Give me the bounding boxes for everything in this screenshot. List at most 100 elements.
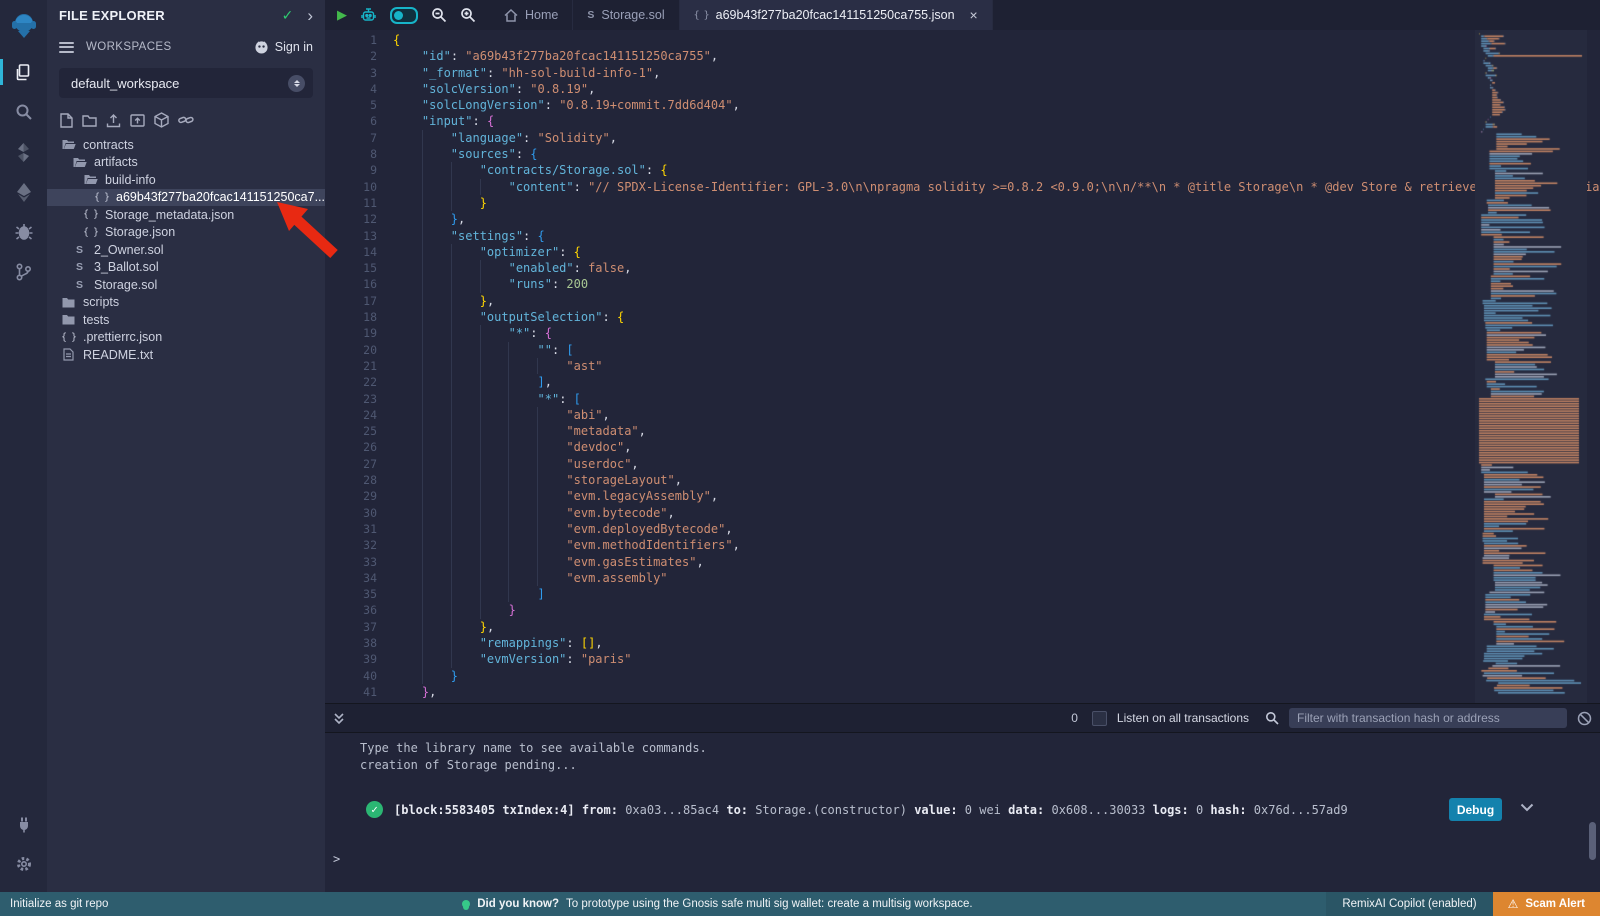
- tree-item-3-ballot-sol[interactable]: S3_Ballot.sol: [47, 259, 325, 277]
- did-you-know-tip: Did you know? To prototype using the Gno…: [108, 898, 1326, 910]
- terminal-expand-icon[interactable]: [333, 712, 345, 725]
- braces-icon: { }: [83, 209, 98, 220]
- code-line: 26 "devdoc",: [325, 439, 1600, 455]
- panel-expand-chevron-icon[interactable]: ›: [307, 7, 313, 24]
- code-line: 32 "evm.methodIdentifiers",: [325, 537, 1600, 553]
- run-script-button[interactable]: ▶: [337, 7, 347, 23]
- code-line: 21 "ast": [325, 358, 1600, 374]
- terminal-log-line: Type the library name to see available c…: [360, 740, 1600, 757]
- transaction-filter-input[interactable]: [1289, 708, 1567, 728]
- terminal-search-icon[interactable]: [1265, 711, 1279, 725]
- code-line: 17 },: [325, 293, 1600, 309]
- sidebar-item-plugin-manager[interactable]: [0, 804, 47, 844]
- listen-all-transactions-checkbox[interactable]: [1092, 711, 1107, 726]
- tree-item-scripts[interactable]: scripts: [47, 294, 325, 312]
- tree-item-a69b43f277ba20fcac141151250ca7-[interactable]: { }a69b43f277ba20fcac141151250ca7...: [47, 189, 325, 207]
- transaction-success-check-icon: ✓: [366, 801, 383, 818]
- tree-item-build-info[interactable]: build-info: [47, 171, 325, 189]
- workspace-ok-check-icon: ✓: [282, 7, 294, 24]
- code-line: 11 }: [325, 195, 1600, 211]
- debug-button[interactable]: Debug: [1449, 798, 1502, 821]
- folder-open-icon: [83, 174, 98, 185]
- sidebar-item-file-explorer[interactable]: [0, 52, 47, 92]
- terminal-prompt[interactable]: >: [333, 852, 340, 866]
- code-line: 18 "outputSelection": {: [325, 309, 1600, 325]
- upload-file-icon[interactable]: [106, 113, 121, 128]
- clear-filter-ban-icon[interactable]: [1577, 711, 1592, 726]
- minimap[interactable]: [1475, 30, 1587, 703]
- code-line: 5 "solcLongVersion": "0.8.19+commit.7dd6…: [325, 97, 1600, 113]
- new-file-icon[interactable]: [60, 113, 73, 128]
- sidebar-item-settings[interactable]: [0, 844, 47, 884]
- remix-logo-icon[interactable]: [0, 0, 47, 52]
- code-line: 35 ]: [325, 586, 1600, 602]
- code-line: 22 ],: [325, 374, 1600, 390]
- workspace-select-arrows-icon: [288, 75, 305, 92]
- zoom-in-icon[interactable]: [460, 7, 476, 23]
- solidity-icon: S: [72, 244, 87, 256]
- terminal-scrollbar[interactable]: [1589, 822, 1596, 860]
- tree-item-storage-json[interactable]: { }Storage.json: [47, 224, 325, 242]
- sidebar-item-git[interactable]: [0, 252, 47, 292]
- terminal-log-line: creation of Storage pending...: [360, 757, 1600, 774]
- code-line: 6 "input": {: [325, 113, 1600, 129]
- solidity-icon: S: [587, 9, 594, 21]
- copilot-status[interactable]: RemixAI Copilot (enabled): [1326, 892, 1492, 916]
- terminal[interactable]: Type the library name to see available c…: [325, 731, 1600, 892]
- scam-alert-button[interactable]: ⚠ Scam Alert: [1493, 892, 1600, 916]
- tree-item-storage-sol[interactable]: SStorage.sol: [47, 276, 325, 294]
- code-line: 30 "evm.bytecode",: [325, 505, 1600, 521]
- folder-icon: [61, 314, 76, 325]
- code-line: 10 "content": "// SPDX-License-Identifie…: [325, 179, 1600, 195]
- sidebar-item-deploy-run[interactable]: [0, 172, 47, 212]
- workspace-menu-icon[interactable]: [59, 39, 74, 55]
- workspace-select[interactable]: default_workspace: [59, 68, 313, 98]
- sidebar-item-debugger[interactable]: [0, 212, 47, 252]
- tab-storage-sol[interactable]: SStorage.sol: [573, 0, 679, 30]
- status-bar: Initialize as git repo Did you know? To …: [0, 892, 1600, 916]
- activity-bar: [0, 0, 48, 892]
- tab-home[interactable]: Home: [490, 0, 573, 30]
- listen-all-transactions-label: Listen on all transactions: [1117, 711, 1249, 725]
- tab-bar: ▶ HomeSStorage.sol{ }a69b43f277ba20fcac1…: [325, 0, 1600, 31]
- tree-item-tests[interactable]: tests: [47, 311, 325, 329]
- tree-item-readme-txt[interactable]: README.txt: [47, 346, 325, 364]
- tree-item-storage-metadata-json[interactable]: { }Storage_metadata.json: [47, 206, 325, 224]
- code-line: 36 }: [325, 602, 1600, 618]
- tree-item-2-owner-sol[interactable]: S2_Owner.sol: [47, 241, 325, 259]
- upload-folder-icon[interactable]: [130, 113, 145, 127]
- git-init-status[interactable]: Initialize as git repo: [10, 898, 108, 910]
- zoom-out-icon[interactable]: [431, 7, 447, 23]
- braces-icon: { }: [94, 192, 109, 203]
- code-line: 25 "metadata",: [325, 423, 1600, 439]
- sidebar-item-search[interactable]: [0, 92, 47, 132]
- braces-icon: { }: [694, 10, 709, 21]
- transaction-expand-chevron-icon[interactable]: [1520, 801, 1534, 815]
- code-line: 1{: [325, 32, 1600, 48]
- remixai-robot-icon[interactable]: [360, 7, 377, 24]
- close-tab-icon[interactable]: ×: [970, 8, 978, 22]
- code-line: 24 "abi",: [325, 407, 1600, 423]
- github-sign-in[interactable]: Sign in: [254, 40, 313, 54]
- new-folder-icon[interactable]: [82, 114, 97, 127]
- home-icon: [504, 9, 518, 22]
- github-icon: [254, 40, 269, 54]
- link-icon[interactable]: [178, 113, 194, 127]
- file-explorer-panel: FILE EXPLORER ✓ › WORKSPACES Sign in def…: [47, 0, 326, 892]
- code-line: 33 "evm.gasEstimates",: [325, 554, 1600, 570]
- code-line: 12 },: [325, 211, 1600, 227]
- workspace-selected-value: default_workspace: [71, 76, 288, 91]
- code-editor[interactable]: 1{2 "id": "a69b43f277ba20fcac141151250ca…: [325, 30, 1600, 703]
- workspace-cube-icon[interactable]: [154, 112, 169, 128]
- code-line: 28 "storageLayout",: [325, 472, 1600, 488]
- sidebar-item-solidity-compiler[interactable]: [0, 132, 47, 172]
- tree-item-artifacts[interactable]: artifacts: [47, 154, 325, 172]
- tree-item-contracts[interactable]: contracts: [47, 136, 325, 154]
- tree-item--prettierrc-json[interactable]: { }.prettierrc.json: [47, 329, 325, 347]
- code-line: 38 "remappings": [],: [325, 635, 1600, 651]
- tab-a69b43f277ba20fcac141151250ca755-json[interactable]: { }a69b43f277ba20fcac141151250ca755.json…: [680, 0, 993, 30]
- code-line: 14 "optimizer": {: [325, 244, 1600, 260]
- transaction-row[interactable]: ✓ [block:5583405 txIndex:4] from: 0xa03.…: [325, 796, 1600, 823]
- workspaces-label: WORKSPACES: [86, 41, 254, 53]
- copilot-toggle[interactable]: [390, 7, 418, 24]
